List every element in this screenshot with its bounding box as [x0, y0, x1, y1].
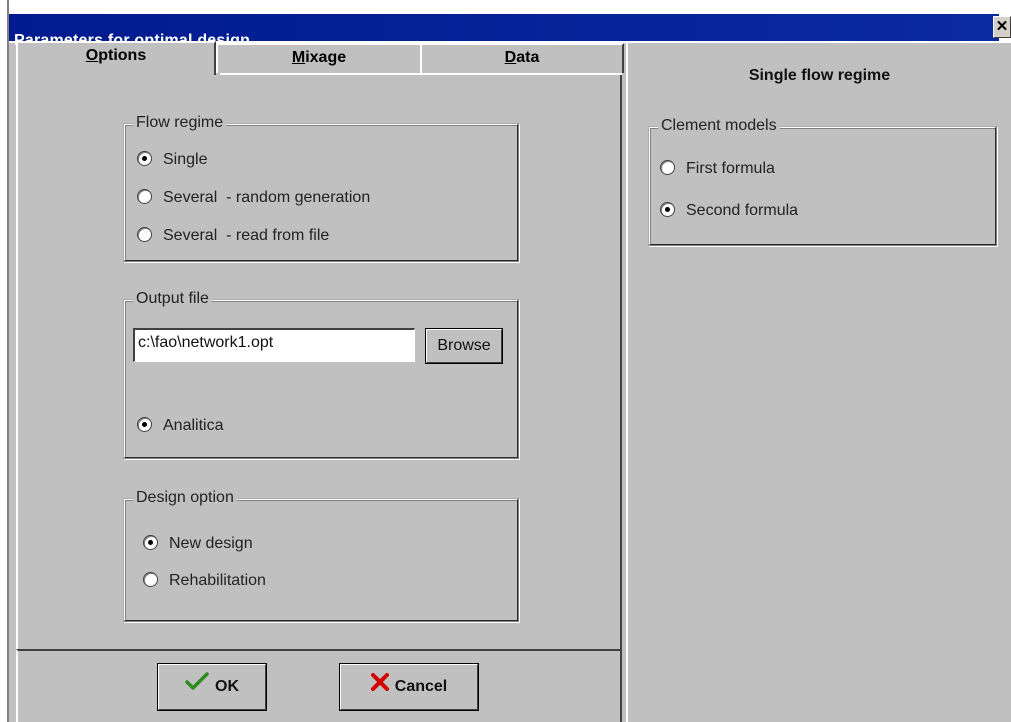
output-file-group: Output file c:\fao\network1.opt Browse A… [123, 290, 519, 459]
radio-button[interactable] [660, 160, 675, 175]
title-bar[interactable]: Parameters for optimal design [9, 14, 999, 49]
radio-new-design[interactable]: New design [143, 535, 253, 557]
radio-new-design-label: New design [169, 535, 253, 552]
browse-button[interactable]: Browse [425, 328, 503, 364]
ok-button[interactable]: OK [157, 663, 267, 711]
radio-second-formula[interactable]: Second formula [660, 202, 798, 224]
radio-first-formula-label: First formula [686, 160, 775, 177]
radio-second-formula-label: Second formula [686, 202, 799, 219]
output-file-path-input[interactable]: c:\fao\network1.opt [133, 328, 415, 362]
browse-button-label: Browse [437, 337, 491, 354]
radio-single-label: Single [163, 151, 208, 168]
tab-options-label: ptions [98, 47, 147, 64]
right-panel: Single flow regime Clement models First … [626, 43, 1011, 722]
dialog-window: Parameters for optimal design ✕ Options … [0, 0, 1011, 722]
red-x-icon [370, 665, 389, 709]
radio-button[interactable] [137, 189, 152, 204]
design-option-legend: Design option [133, 489, 237, 507]
window-left-border [0, 0, 9, 722]
flow-regime-group: Flow regime Single Several - random gene… [123, 114, 519, 262]
output-file-path-value: c:\fao\network1.opt [138, 334, 274, 351]
radio-several-file[interactable]: Several - read from file [137, 227, 329, 249]
radio-rehabilitation[interactable]: Rehabilitation [143, 572, 266, 594]
radio-analitica-label: Analitica [163, 417, 224, 434]
tab-options[interactable]: Options [16, 41, 216, 75]
tab-mixage-mnemonic: M [291, 49, 306, 66]
design-option-group: Design option New design Rehabilitation [123, 489, 519, 622]
radio-rehabilitation-label: Rehabilitation [169, 572, 266, 589]
radio-button[interactable] [143, 535, 158, 550]
radio-button[interactable] [137, 227, 152, 242]
radio-button[interactable] [137, 151, 152, 166]
clement-models-legend: Clement models [658, 117, 780, 135]
tab-data[interactable]: Data [420, 43, 624, 73]
radio-several-random-label: Several - random generation [163, 189, 371, 206]
tab-mixage-label: ixage [305, 49, 347, 66]
output-file-legend: Output file [133, 290, 212, 308]
tab-data-label: ata [516, 49, 540, 66]
flow-regime-legend: Flow regime [133, 114, 227, 132]
radio-first-formula[interactable]: First formula [660, 160, 775, 182]
close-button[interactable]: ✕ [993, 16, 1011, 38]
ok-button-label: OK [215, 678, 239, 696]
radio-button[interactable] [143, 572, 158, 587]
radio-analitica[interactable]: Analitica [137, 417, 223, 439]
radio-button[interactable] [660, 202, 675, 217]
title-bar-area: Parameters for optimal design ✕ [9, 0, 1011, 49]
close-icon: ✕ [995, 18, 1009, 35]
checkmark-icon [185, 665, 209, 709]
button-bar: OK Cancel [16, 649, 622, 722]
clement-models-group: Clement models First formula Second form… [648, 117, 997, 246]
tab-options-mnemonic: O [85, 47, 99, 64]
radio-several-file-label: Several - read from file [163, 227, 330, 244]
options-tab-panel: Flow regime Single Several - random gene… [16, 73, 622, 649]
radio-several-random[interactable]: Several - random generation [137, 189, 370, 211]
right-panel-heading: Single flow regime [748, 67, 891, 84]
cancel-button-label: Cancel [394, 678, 448, 696]
tab-mixage[interactable]: Mixage [216, 43, 422, 73]
tab-data-mnemonic: D [504, 49, 517, 66]
cancel-button[interactable]: Cancel [339, 663, 479, 711]
radio-single[interactable]: Single [137, 151, 207, 173]
radio-button[interactable] [137, 417, 152, 432]
